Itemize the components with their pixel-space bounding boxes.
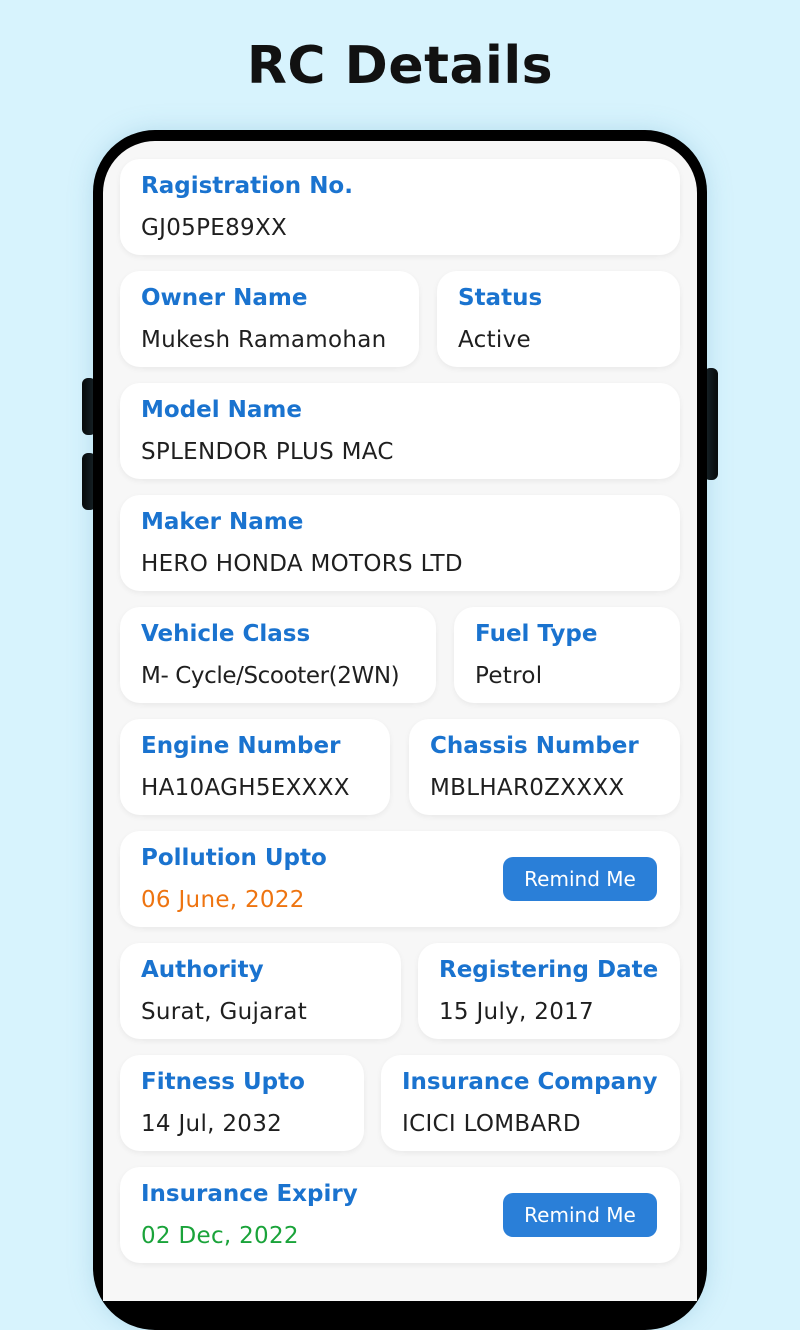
chassis-card: Chassis Number MBLHAR0ZXXXX	[409, 719, 680, 815]
pollution-value: 06 June, 2022	[141, 887, 305, 913]
engine-card: Engine Number HA10AGH5EXXXX	[120, 719, 390, 815]
status-label: Status	[458, 285, 543, 311]
vehicle-class-value: M- Cycle/Scooter(2WN)	[141, 663, 400, 689]
insurance-expiry-card: Insurance Expiry 02 Dec, 2022 Remind Me	[120, 1167, 680, 1263]
engine-value: HA10AGH5EXXXX	[141, 775, 350, 801]
registering-date-value: 15 July, 2017	[439, 999, 594, 1025]
pollution-card: Pollution Upto 06 June, 2022 Remind Me	[120, 831, 680, 927]
registration-label: Ragistration No.	[141, 173, 353, 199]
insurance-company-label: Insurance Company	[402, 1069, 658, 1095]
insurance-expiry-value: 02 Dec, 2022	[141, 1223, 299, 1249]
maker-card: Maker Name HERO HONDA MOTORS LTD	[120, 495, 680, 591]
authority-value: Surat, Gujarat	[141, 999, 308, 1025]
authority-label: Authority	[141, 957, 264, 983]
fuel-type-label: Fuel Type	[475, 621, 598, 647]
fitness-value: 14 Jul, 2032	[141, 1111, 283, 1137]
authority-card: Authority Surat, Gujarat	[120, 943, 401, 1039]
status-card: Status Active	[437, 271, 680, 367]
insurance-expiry-label: Insurance Expiry	[141, 1181, 358, 1207]
owner-card: Owner Name Mukesh Ramamohan	[120, 271, 419, 367]
registration-card: Ragistration No. GJ05PE89XX	[120, 159, 680, 255]
fuel-type-card: Fuel Type Petrol	[454, 607, 680, 703]
fuel-type-value: Petrol	[475, 663, 543, 689]
status-value: Active	[458, 327, 531, 353]
chassis-label: Chassis Number	[430, 733, 639, 759]
registration-value: GJ05PE89XX	[141, 215, 288, 241]
chassis-value: MBLHAR0ZXXXX	[430, 775, 625, 801]
insurance-remind-me-button[interactable]: Remind Me	[503, 1193, 657, 1237]
fitness-card: Fitness Upto 14 Jul, 2032	[120, 1055, 364, 1151]
insurance-company-value: ICICI LOMBARD	[402, 1111, 581, 1137]
model-value: SPLENDOR PLUS MAC	[141, 439, 394, 465]
maker-value: HERO HONDA MOTORS LTD	[141, 551, 463, 577]
vehicle-class-label: Vehicle Class	[141, 621, 311, 647]
pollution-remind-me-button[interactable]: Remind Me	[503, 857, 657, 901]
fitness-label: Fitness Upto	[141, 1069, 305, 1095]
phone-screen: Ragistration No. GJ05PE89XX Owner Name M…	[103, 141, 697, 1301]
owner-value: Mukesh Ramamohan	[141, 327, 387, 353]
registering-date-card: Registering Date 15 July, 2017	[418, 943, 680, 1039]
vehicle-class-card: Vehicle Class M- Cycle/Scooter(2WN)	[120, 607, 436, 703]
page-title: RC Details	[246, 36, 554, 96]
insurance-company-card: Insurance Company ICICI LOMBARD	[381, 1055, 680, 1151]
model-label: Model Name	[141, 397, 302, 423]
engine-label: Engine Number	[141, 733, 341, 759]
pollution-label: Pollution Upto	[141, 845, 327, 871]
model-card: Model Name SPLENDOR PLUS MAC	[120, 383, 680, 479]
maker-label: Maker Name	[141, 509, 304, 535]
owner-label: Owner Name	[141, 285, 308, 311]
registering-date-label: Registering Date	[439, 957, 659, 983]
